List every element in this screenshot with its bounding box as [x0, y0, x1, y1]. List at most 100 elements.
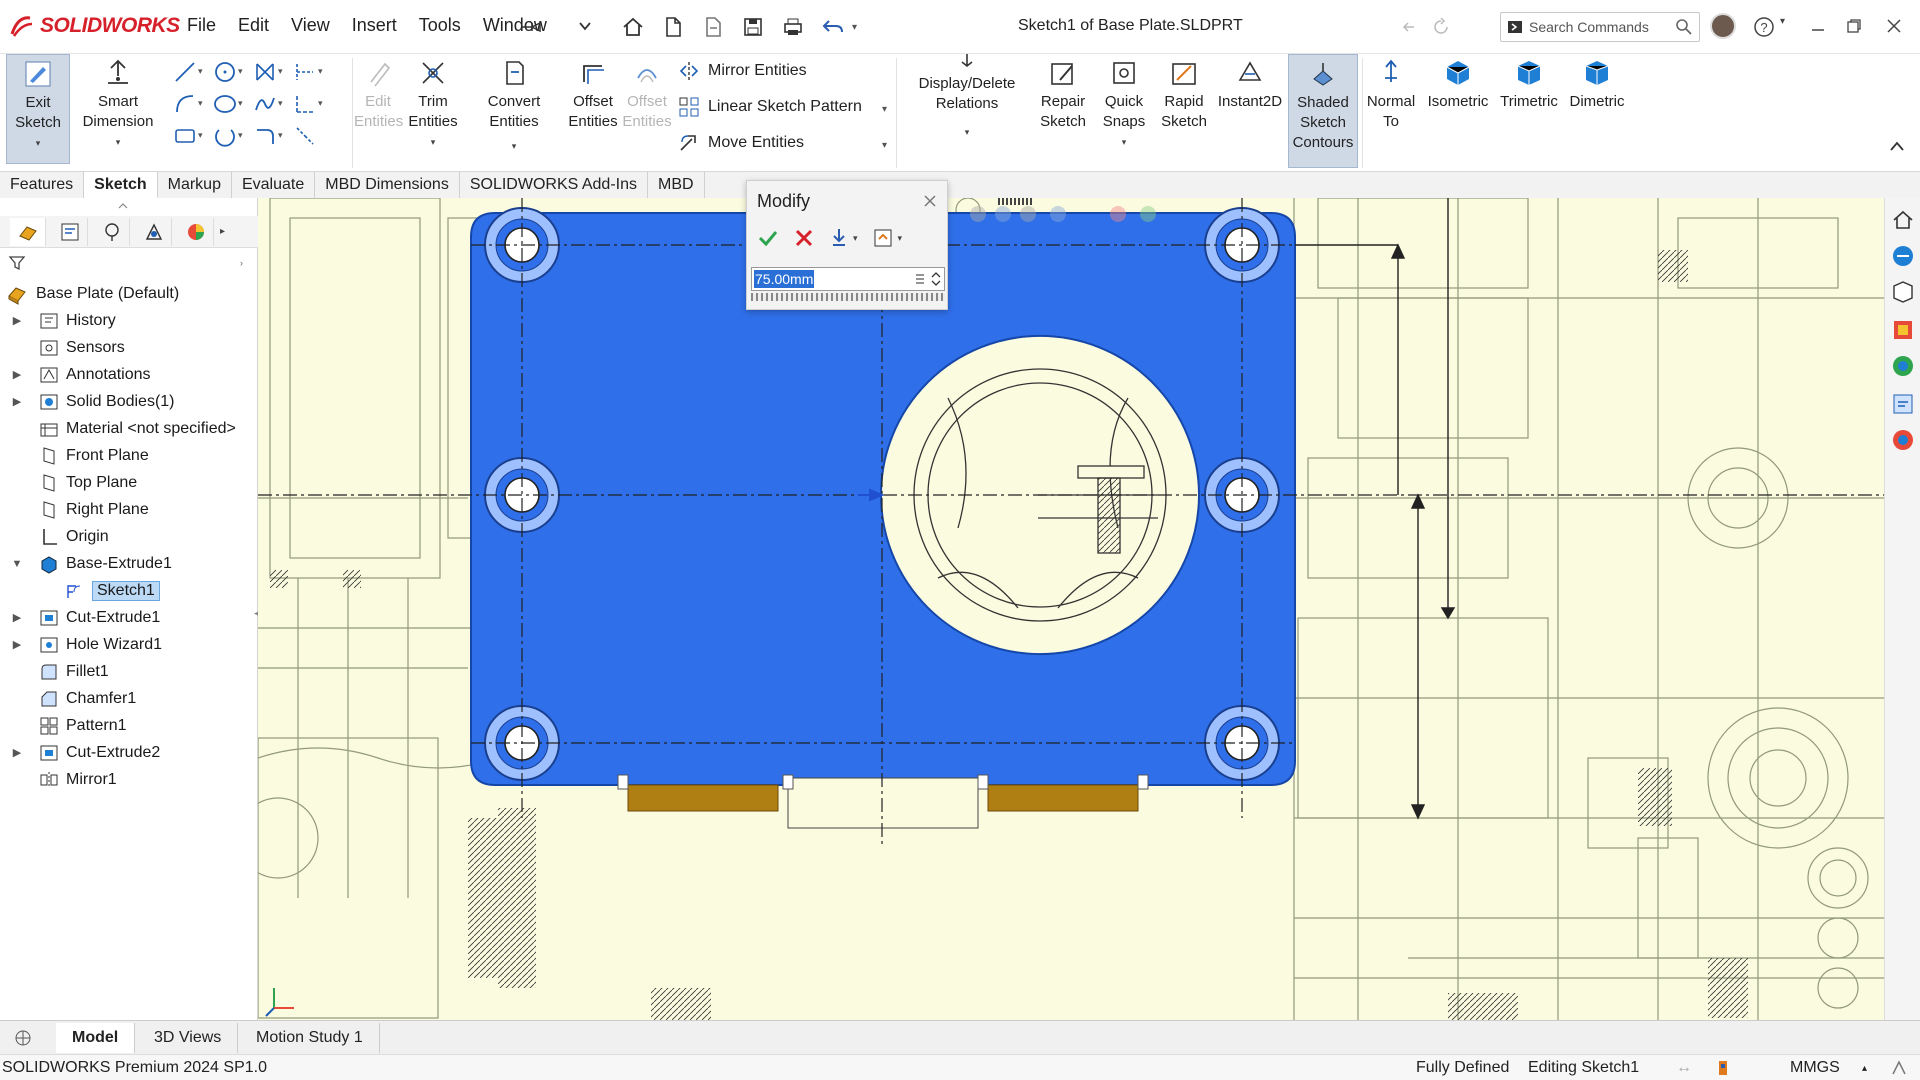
tree-item-cut-extrude1[interactable]: ▶ Cut-Extrude1	[0, 604, 258, 631]
move-entities-button[interactable]: Move Entities	[678, 132, 804, 154]
tree-item-origin[interactable]: Origin	[0, 523, 258, 550]
tab-mbd[interactable]: MBD	[648, 172, 705, 198]
tree-item-sensors[interactable]: Sensors	[0, 334, 258, 361]
solidworks-logo[interactable]: SOLIDWORKS	[8, 12, 180, 40]
polygon-dropdown-icon[interactable]: ▾	[238, 130, 243, 141]
dimension-value-input[interactable]: 75.00mm	[754, 270, 815, 288]
customize-statusbar-icon[interactable]	[1890, 1059, 1908, 1077]
panel-expand-icon[interactable]	[118, 202, 128, 210]
collapse-ribbon-icon[interactable]	[1888, 140, 1906, 152]
refresh-icon[interactable]	[1430, 16, 1452, 38]
search-commands-box[interactable]: Search Commands	[1500, 12, 1700, 42]
search-icon[interactable]	[1675, 18, 1693, 36]
solidworks-resources-icon[interactable]	[1889, 206, 1917, 234]
corner-rectangle-dropdown-icon[interactable]: ▾	[318, 66, 323, 77]
polygon-tool[interactable]	[210, 122, 240, 150]
trim-dropdown-icon[interactable]: ▾	[278, 66, 283, 77]
back-arrow-icon[interactable]	[1400, 18, 1418, 36]
help-dropdown-icon[interactable]: ▾	[1780, 16, 1785, 27]
restore-icon[interactable]	[1846, 18, 1862, 34]
menu-edit[interactable]: Edit	[227, 15, 280, 36]
filter-icon[interactable]	[8, 254, 26, 272]
tab-sketch[interactable]: Sketch	[84, 172, 158, 198]
line-tool[interactable]	[170, 58, 200, 86]
tree-item-cut-extrude2[interactable]: ▶ Cut-Extrude2	[0, 739, 258, 766]
offset-on-surface-button[interactable]: Offset Entities	[620, 58, 674, 132]
appearances-icon[interactable]	[1889, 352, 1917, 380]
tree-item-history[interactable]: ▶ History	[0, 307, 258, 334]
tree-item-fillet1[interactable]: Fillet1	[0, 658, 258, 685]
open-button[interactable]	[698, 12, 728, 42]
menu-view[interactable]: View	[280, 15, 341, 36]
display-manager-tab[interactable]	[178, 217, 214, 246]
reverse-dropdown-icon[interactable]: ▾	[898, 233, 903, 244]
expand-chevron-icon[interactable]: ▶	[10, 746, 24, 759]
ellipse-dropdown-icon[interactable]: ▾	[238, 98, 243, 109]
tree-item-material-not-specified[interactable]: Material <not specified>	[0, 415, 258, 442]
custom-properties-icon[interactable]	[1889, 390, 1917, 418]
feature-tree-tab[interactable]	[10, 217, 46, 246]
tab-features[interactable]: Features	[0, 172, 85, 198]
rebuild-status-icon[interactable]	[1714, 1059, 1732, 1077]
tab-model[interactable]: Model	[56, 1023, 136, 1053]
spline-tool[interactable]	[250, 90, 280, 118]
expand-chevron-icon[interactable]: ▶	[10, 395, 24, 408]
trimetric-view-button[interactable]: Trimetric	[1494, 58, 1564, 112]
filter-expand-icon[interactable]: ›	[240, 258, 243, 268]
home-button[interactable]	[618, 12, 648, 42]
dimxpert-manager-tab[interactable]	[136, 217, 172, 246]
rebuild-arrow-icon[interactable]: ↔	[1676, 1059, 1692, 1077]
linear-pattern-dropdown-icon[interactable]: ▾	[882, 104, 887, 115]
spline-dropdown-icon[interactable]: ▾	[278, 98, 283, 109]
user-avatar[interactable]	[1710, 13, 1736, 39]
convert-entities-button[interactable]: Convert Entities ▾	[462, 58, 566, 156]
slot-tool[interactable]	[170, 122, 200, 150]
centerline-dropdown-icon[interactable]: ▾	[318, 98, 323, 109]
tab-evaluate[interactable]: Evaluate	[231, 172, 316, 198]
smart-dimension-dropdown-icon[interactable]: ▾	[78, 132, 158, 152]
offset-entities-button[interactable]: Offset Entities	[566, 58, 620, 132]
normal-to-button[interactable]: Normal To	[1364, 58, 1418, 132]
menu-pin-icon[interactable]	[520, 20, 542, 34]
display-relations-dropdown-icon[interactable]: ▾	[904, 122, 1030, 142]
quick-snaps-button[interactable]: Quick Snaps ▾	[1096, 58, 1152, 152]
search-scope-icon[interactable]	[1507, 19, 1523, 35]
tree-item-solid-bodies-1[interactable]: ▶ Solid Bodies(1)	[0, 388, 258, 415]
tab-navigation-icon[interactable]	[14, 1029, 32, 1047]
move-entities-dropdown-icon[interactable]: ▾	[882, 140, 887, 151]
undo-dropdown-icon[interactable]: ▾	[852, 22, 857, 33]
instant2d-button[interactable]: Instant2D	[1212, 58, 1288, 112]
close-icon[interactable]	[1886, 18, 1902, 34]
modify-dimension-dialog[interactable]: Modify ▾ ▾ 75.00mm	[746, 180, 948, 310]
expand-chevron-icon[interactable]: ▶	[10, 611, 24, 624]
smart-dimension-button[interactable]: Smart Dimension ▾	[78, 58, 158, 152]
tree-item-hole-wizard1[interactable]: ▶ Hole Wizard1	[0, 631, 258, 658]
new-button[interactable]	[658, 12, 688, 42]
menu-file[interactable]: File	[176, 15, 227, 36]
print-button[interactable]	[778, 12, 808, 42]
corner-rectangle-tool[interactable]	[290, 58, 320, 86]
fillet-dropdown-icon[interactable]: ▾	[278, 130, 283, 141]
minimize-icon[interactable]	[1810, 20, 1826, 36]
repair-sketch-button[interactable]: Repair Sketch	[1034, 58, 1092, 132]
dimetric-view-button[interactable]: Dimetric	[1562, 58, 1632, 112]
arc-tool[interactable]	[170, 90, 200, 118]
isometric-view-button[interactable]: Isometric	[1420, 58, 1496, 112]
rapid-sketch-button[interactable]: Rapid Sketch	[1156, 58, 1212, 132]
help-icon[interactable]: ?	[1752, 15, 1776, 39]
graphics-area[interactable]	[258, 198, 1884, 1020]
menu-window[interactable]: Window	[472, 15, 558, 36]
tree-item-top-plane[interactable]: Top Plane	[0, 469, 258, 496]
tree-item-annotations[interactable]: ▶ Annotations	[0, 361, 258, 388]
centerline-tool[interactable]	[290, 90, 320, 118]
trim-entities-dropdown-icon[interactable]: ▾	[406, 132, 460, 152]
tree-item-base-extrude1[interactable]: ▼ Base-Extrude1	[0, 550, 258, 577]
tree-item-chamfer1[interactable]: Chamfer1	[0, 685, 258, 712]
cad-drawing-canvas[interactable]	[258, 198, 1884, 1020]
tree-root[interactable]: Base Plate (Default)	[0, 280, 258, 307]
menu-tools[interactable]: Tools	[408, 15, 472, 36]
unit-system-dropdown-icon[interactable]: ▴	[1862, 1063, 1867, 1074]
expand-chevron-icon[interactable]: ▶	[10, 314, 24, 327]
tree-item-pattern1[interactable]: Pattern1	[0, 712, 258, 739]
dimension-value-field[interactable]: 75.00mm	[751, 267, 945, 291]
